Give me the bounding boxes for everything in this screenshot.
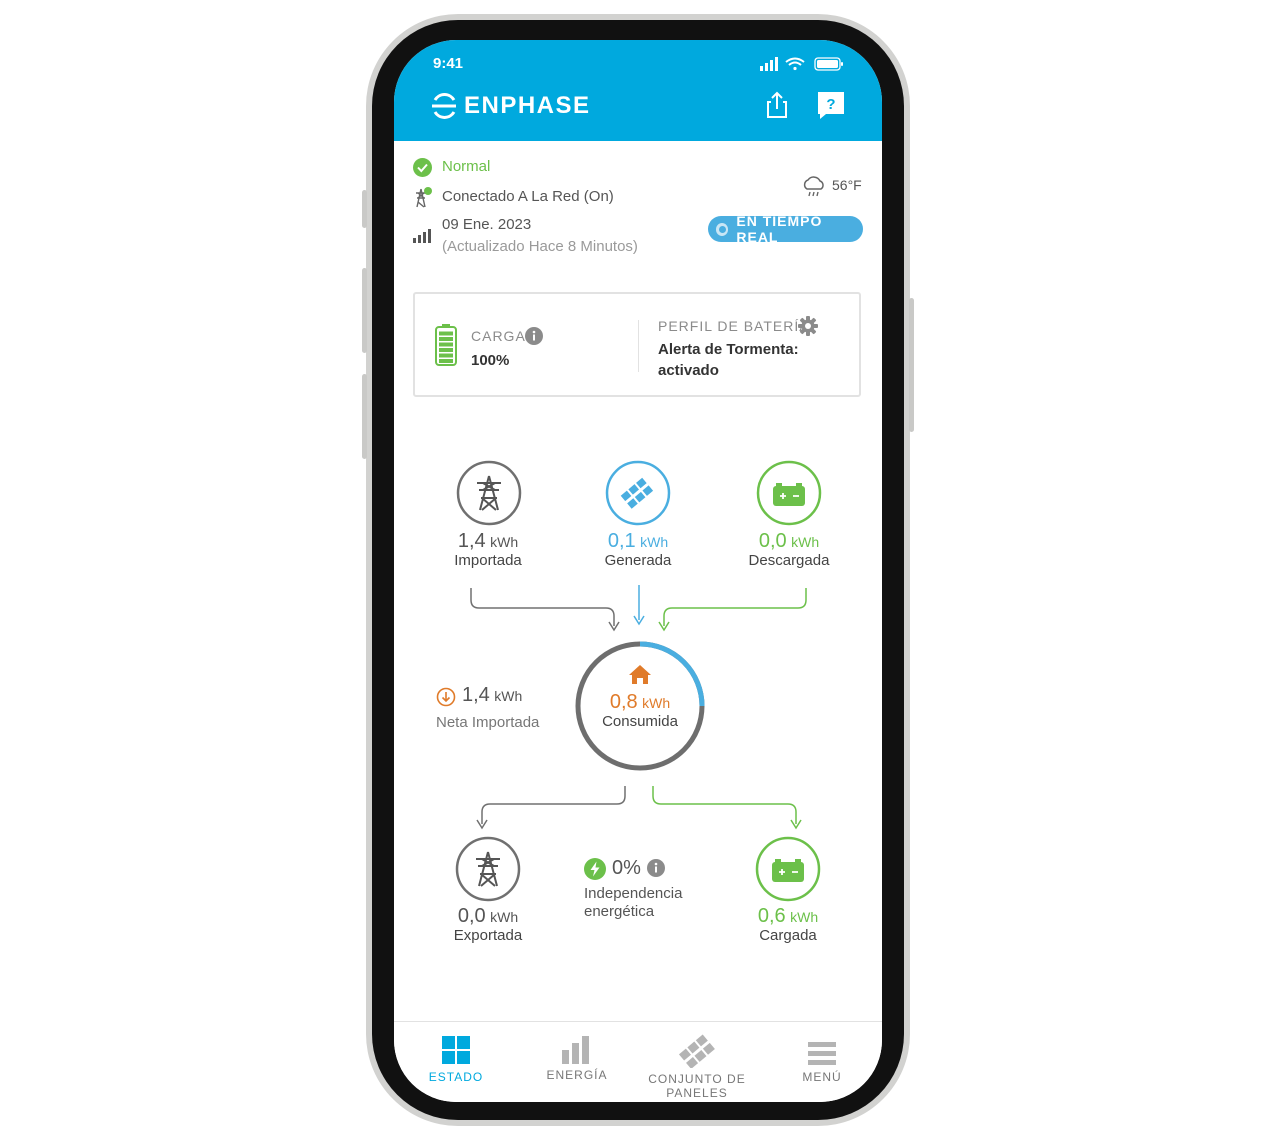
net-imported-unit: kWh [494, 688, 523, 704]
tab-conjunto-paneles[interactable]: CONJUNTO DE PANELES [622, 1034, 772, 1100]
independence-info-icon[interactable] [647, 859, 665, 877]
exported-unit: kWh [490, 909, 519, 925]
generated-label: Generada [604, 552, 672, 569]
net-imported-value: 1,4 kWh [462, 684, 522, 707]
bar-chart-icon [562, 1036, 589, 1064]
grid-import-icon[interactable] [456, 460, 522, 526]
exported-number: 0,0 [457, 905, 486, 927]
net-imported-number: 1,4 [462, 684, 490, 706]
charged-unit: kWh [790, 909, 819, 925]
tab-energia[interactable]: ENERGÍA [537, 1034, 617, 1082]
mute-switch [362, 190, 367, 228]
power-button [909, 298, 914, 432]
exported-flow-line [476, 786, 626, 830]
imported-label: Importada [454, 552, 522, 569]
consumed-unit: kWh [642, 695, 671, 711]
hamburger-menu-icon [808, 1042, 836, 1065]
volume-up-button [362, 268, 367, 353]
tab-bar: ESTADO ENERGÍA CONJUNTO DE PANELES MENÚ [394, 1021, 882, 1102]
consumed-number: 0,8 [609, 691, 638, 713]
tab-estado-label: ESTADO [428, 1070, 484, 1084]
imported-unit: kWh [490, 534, 519, 550]
dashboard-grid-icon [442, 1036, 470, 1064]
imported-value: 1,4 kWh Importada [418, 530, 558, 569]
discharged-number: 0,0 [758, 530, 787, 552]
discharged-label: Descargada [748, 552, 830, 569]
grid-export-icon[interactable] [455, 836, 521, 902]
download-arrow-icon [436, 687, 456, 707]
tab-energia-label: ENERGÍA [546, 1068, 608, 1082]
net-imported-label: Neta Importada [436, 714, 540, 731]
exported-value: 0,0 kWh Exportada [418, 905, 558, 944]
charged-label: Cargada [759, 927, 817, 944]
imported-number: 1,4 [457, 530, 486, 552]
solar-panel-icon[interactable] [605, 460, 671, 526]
tab-menu-label: MENÚ [802, 1070, 842, 1084]
generated-flow-line [633, 585, 645, 626]
battery-charge-icon[interactable] [755, 836, 821, 902]
charged-flow-line [652, 786, 802, 830]
tab-estado[interactable]: ESTADO [416, 1036, 496, 1084]
discharged-unit: kWh [791, 534, 820, 550]
independence-line-1: Independencia [584, 885, 683, 902]
generated-number: 0,1 [607, 530, 636, 552]
charged-number: 0,6 [757, 905, 786, 927]
panel-array-icon [678, 1034, 715, 1068]
independence-line-2: energética [584, 903, 655, 920]
generated-value: 0,1 kWh Generada [568, 530, 708, 569]
exported-label: Exportada [453, 927, 523, 944]
consumed-label: Consumida [602, 713, 678, 730]
independence-value: 0% [612, 857, 641, 879]
imported-flow-line [470, 588, 620, 632]
tab-conjunto-label: CONJUNTO DE PANELES [648, 1072, 746, 1100]
generated-unit: kWh [640, 534, 669, 550]
charged-value: 0,6 kWh Cargada [718, 905, 858, 944]
battery-discharge-icon[interactable] [756, 460, 822, 526]
consumed-value: 0,8 kWh Consumida [570, 691, 710, 730]
discharged-flow-line [658, 588, 807, 632]
app-screen: 9:41 ENPHASE ? Normal Conectado A La Red… [394, 40, 882, 1102]
tab-menu[interactable]: MENÚ [786, 1040, 858, 1084]
discharged-value: 0,0 kWh Descargada [719, 530, 859, 569]
volume-down-button [362, 374, 367, 459]
lightning-icon [584, 858, 606, 880]
